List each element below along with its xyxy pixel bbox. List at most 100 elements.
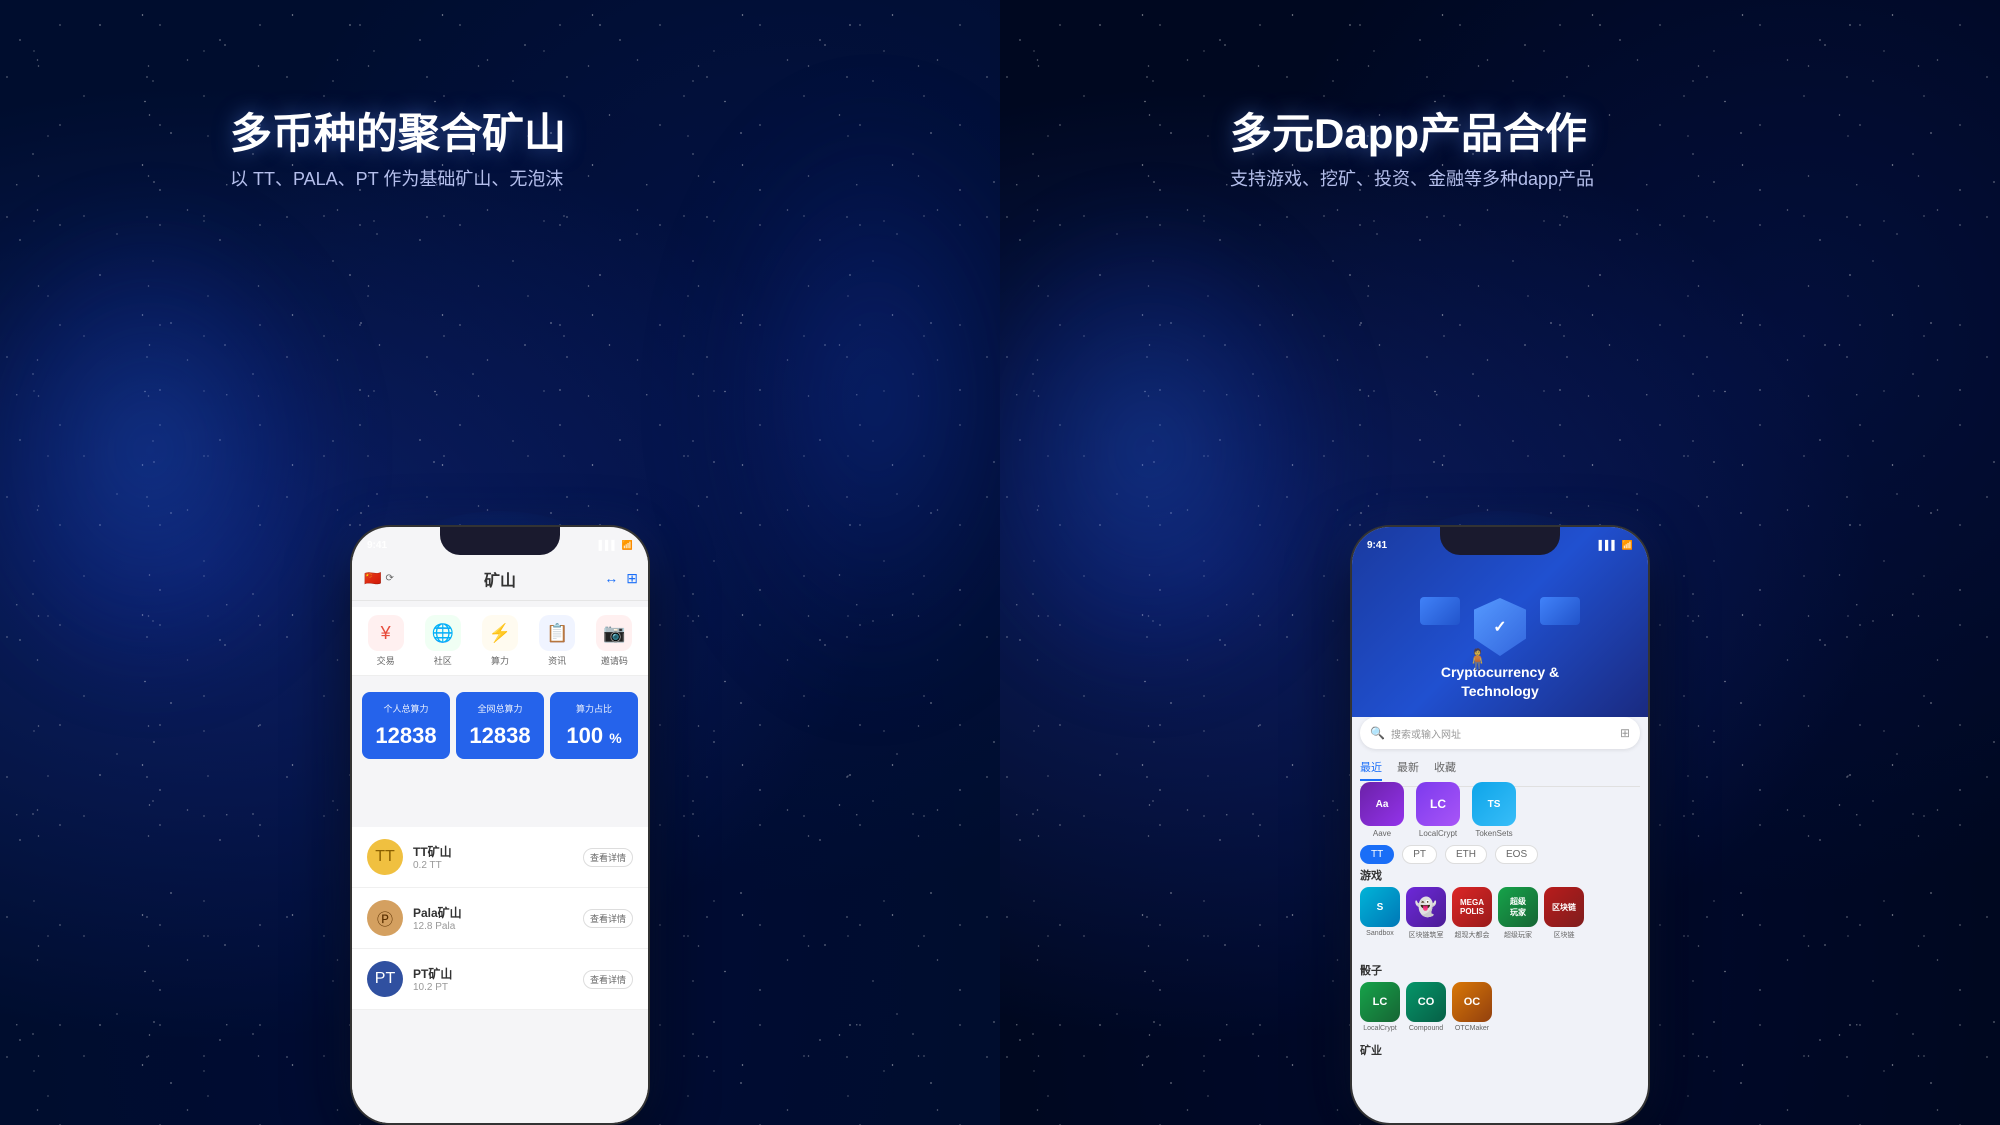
app-loca[interactable]: LC LocalCrypt [1360, 982, 1400, 1032]
app-sandbox[interactable]: S Sandbox [1360, 887, 1400, 940]
mining-list: TT TT矿山 0.2 TT 查看详情 Ⓟ Pala矿山 12.8 Pala [352, 827, 648, 1123]
left-title: 多币种的聚合矿山 [230, 100, 566, 161]
stat-ratio-label: 算力占比 [556, 702, 632, 715]
otc-label: OTCMaker [1455, 1025, 1489, 1032]
pala-info: Pala矿山 12.8 Pala [413, 904, 583, 932]
tt-name: TT矿山 [413, 843, 583, 860]
localcrypt-label: LocalCrypt [1419, 829, 1457, 838]
tab-recent[interactable]: 最近 [1360, 759, 1382, 781]
tt-icon: TT [367, 839, 403, 875]
stat-network-label: 全网总算力 [462, 702, 538, 715]
chain-tabs: TT PT ETH EOS [1360, 845, 1640, 864]
mining-item-pt: PT PT矿山 10.2 PT 查看详情 [352, 949, 648, 1010]
app-otc[interactable]: OC OTCMaker [1452, 982, 1492, 1032]
tab-favorites[interactable]: 收藏 [1434, 759, 1456, 781]
wifi-icon: 📶 [622, 540, 633, 551]
mining-item-pala: Ⓟ Pala矿山 12.8 Pala 查看详情 [352, 888, 648, 949]
super-label: 超级玩家 [1504, 930, 1532, 940]
app-mega[interactable]: MEGAPOLIS 超现大都会 [1452, 887, 1492, 940]
left-nav-row: ¥ 交易 🌐 社区 ⚡ 算力 📋 资讯 [352, 607, 648, 676]
nav-item-community[interactable]: 🌐 社区 [425, 615, 461, 667]
tt-detail-btn[interactable]: 查看详情 [583, 848, 633, 867]
left-notch [440, 527, 560, 555]
aave-icon: Aa [1360, 782, 1404, 826]
app-block[interactable]: 区块链 区块链 [1544, 887, 1584, 940]
sandbox-icon: S [1360, 887, 1400, 927]
signal-icon: ▌▌▌ [599, 540, 618, 550]
stat-network-value: 12838 [462, 723, 538, 749]
stat-personal-label: 个人总算力 [368, 702, 444, 715]
nav-item-trade[interactable]: ¥ 交易 [368, 615, 404, 667]
news-icon: 📋 [539, 615, 575, 651]
stat-personal-value: 12838 [368, 723, 444, 749]
app-super[interactable]: 超级玩家 超级玩家 [1498, 887, 1538, 940]
left-panel: 多币种的聚合矿山 以 TT、PALA、PT 作为基础矿山、无泡沫 9:41 ▌▌… [0, 0, 1000, 1125]
mega-label: 超现大都会 [1455, 930, 1490, 940]
pt-detail-btn[interactable]: 查看详情 [583, 970, 633, 989]
dice-section-label: 骰子 [1360, 962, 1382, 978]
right-signal-icon: ▌▌▌ [1599, 540, 1618, 550]
nav-item-invite[interactable]: 📷 邀请码 [596, 615, 632, 667]
left-screen: 9:41 ▌▌▌ 📶 🇨🇳 ⟳ 矿山 ↔ ⊞ [352, 527, 648, 1123]
search-placeholder: 搜索或输入网址 [1391, 726, 1614, 741]
server-box-right [1540, 597, 1580, 625]
chain-tab-tt[interactable]: TT [1360, 845, 1394, 864]
news-label: 资讯 [548, 654, 566, 667]
exchange-icon[interactable]: ↔ [604, 570, 618, 587]
sandbox-label: Sandbox [1366, 930, 1394, 937]
finance-row: LC LocalCrypt CO Compound OC OTCMaker [1360, 982, 1640, 1032]
app-compound[interactable]: CO Compound [1406, 982, 1446, 1032]
mega-icon: MEGAPOLIS [1452, 887, 1492, 927]
right-subtitle: 支持游戏、挖矿、投资、金融等多种dapp产品 [1230, 165, 1594, 191]
mining-section-label: 矿业 [1360, 1042, 1382, 1058]
dapp-tokensets[interactable]: TS TokenSets [1472, 782, 1516, 838]
pala-name: Pala矿山 [413, 904, 583, 921]
left-subtitle: 以 TT、PALA、PT 作为基础矿山、无泡沫 [230, 165, 563, 191]
power-icon: ⚡ [482, 615, 518, 651]
left-status-right: ▌▌▌ 📶 [599, 540, 633, 551]
pt-icon: PT [367, 961, 403, 997]
left-phone: 9:41 ▌▌▌ 📶 🇨🇳 ⟳ 矿山 ↔ ⊞ [350, 525, 650, 1125]
chain-tab-eth[interactable]: ETH [1445, 845, 1487, 864]
stats-row: 个人总算力 12838 全网总算力 12838 算力占比 100 % [362, 692, 638, 759]
tokensets-label: TokenSets [1475, 829, 1512, 838]
recent-dapps-row: Aa Aave LC LocalCrypt TS To [1360, 782, 1640, 838]
compound-label: Compound [1409, 1025, 1443, 1032]
right-title: 多元Dapp产品合作 [1230, 100, 1587, 161]
nav-item-news[interactable]: 📋 资讯 [539, 615, 575, 667]
compound-icon: CO [1406, 982, 1446, 1022]
loca-label: LocalCrypt [1363, 1025, 1396, 1032]
left-header-icons: ↔ ⊞ [604, 570, 638, 587]
pt-name: PT矿山 [413, 965, 583, 982]
right-time: 9:41 [1367, 540, 1387, 551]
tab-latest[interactable]: 最新 [1397, 759, 1419, 781]
person-figure: 🧍 [1465, 647, 1490, 672]
mining-item-tt: TT TT矿山 0.2 TT 查看详情 [352, 827, 648, 888]
tokensets-icon: TS [1472, 782, 1516, 826]
scan-icon[interactable]: ⊞ [626, 570, 638, 587]
block-icon: 区块链 [1544, 887, 1584, 927]
search-icon: 🔍 [1370, 726, 1385, 740]
server-box-left [1420, 597, 1460, 625]
invite-icon: 📷 [596, 615, 632, 651]
right-wifi-icon: 📶 [1622, 540, 1633, 551]
chain-tab-eos[interactable]: EOS [1495, 845, 1538, 864]
left-phone-container: 9:41 ▌▌▌ 📶 🇨🇳 ⟳ 矿山 ↔ ⊞ [350, 525, 650, 1125]
pt-info: PT矿山 10.2 PT [413, 965, 583, 993]
crypto-header: ✓ 🧍 Cryptocurrency & Technology [1352, 527, 1648, 717]
scan-expand-icon[interactable]: ⊞ [1620, 726, 1630, 740]
otc-icon: OC [1452, 982, 1492, 1022]
left-header-title: 矿山 [484, 567, 516, 591]
nav-item-power[interactable]: ⚡ 算力 [482, 615, 518, 667]
chain-tab-pt[interactable]: PT [1402, 845, 1437, 864]
dapp-localcrypt[interactable]: LC LocalCrypt [1416, 782, 1460, 838]
search-bar[interactable]: 🔍 搜索或输入网址 ⊞ [1360, 717, 1640, 749]
chainroom-icon: 👻 [1406, 887, 1446, 927]
loca-icon: LC [1360, 982, 1400, 1022]
dapp-aave[interactable]: Aa Aave [1360, 782, 1404, 838]
trade-label: 交易 [377, 654, 395, 667]
community-icon: 🌐 [425, 615, 461, 651]
pala-detail-btn[interactable]: 查看详情 [583, 909, 633, 928]
tt-info: TT矿山 0.2 TT [413, 843, 583, 871]
app-chainroom[interactable]: 👻 区块链筑室 [1406, 887, 1446, 940]
